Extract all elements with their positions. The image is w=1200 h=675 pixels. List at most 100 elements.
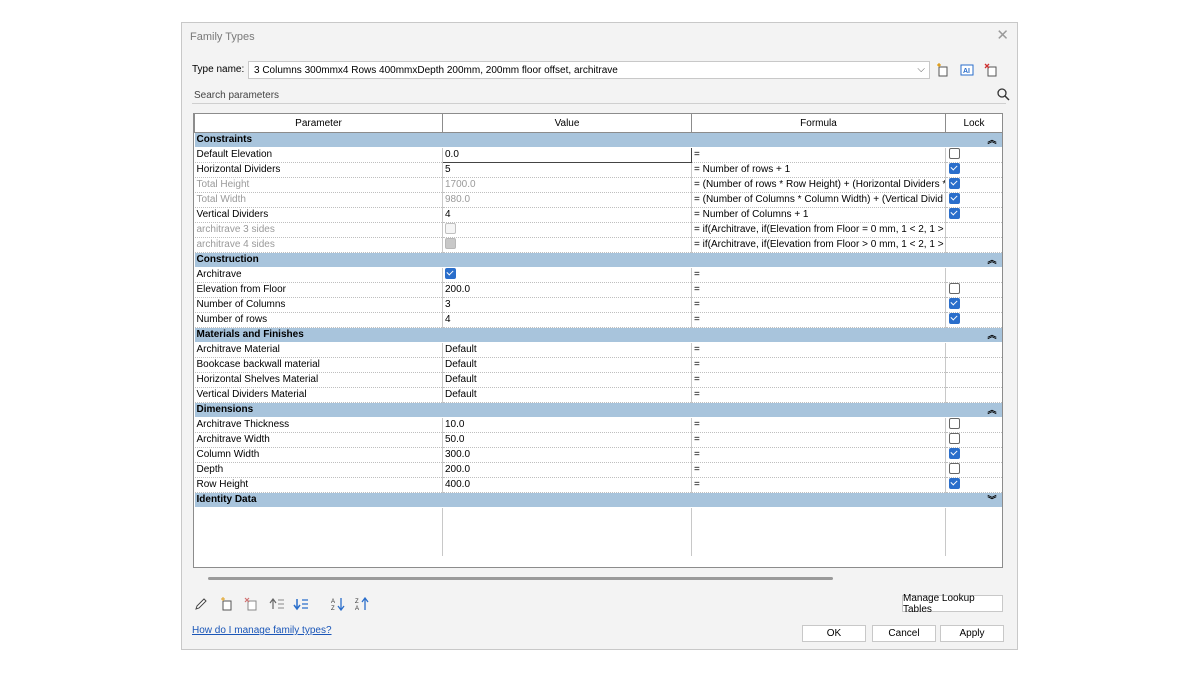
- parameter-row[interactable]: Elevation from Floor 200.0 =: [194, 282, 1002, 298]
- group-header-cell[interactable]: Dimensions ︽: [194, 402, 1002, 418]
- lock-checkbox[interactable]: [949, 177, 960, 189]
- parameter-formula[interactable]: = Number of Columns + 1: [691, 207, 946, 223]
- delete-type-button[interactable]: [982, 61, 1000, 79]
- group-header-materials-and-finishes[interactable]: Materials and Finishes ︽: [194, 327, 1002, 343]
- lock-checkbox[interactable]: [949, 282, 960, 294]
- column-header-formula[interactable]: Formula: [691, 114, 946, 133]
- parameter-lock[interactable]: [945, 477, 1002, 493]
- type-name-dropdown[interactable]: 3 Columns 300mmx4 Rows 400mmxDepth 200mm…: [248, 61, 930, 79]
- lock-checkbox[interactable]: [949, 162, 960, 174]
- lock-checkbox[interactable]: [949, 432, 960, 444]
- parameter-formula[interactable]: = (Number of rows * Row Height) + (Horiz…: [691, 177, 946, 193]
- lock-checkbox[interactable]: [949, 447, 960, 459]
- parameter-row[interactable]: Horizontal Shelves Material Default =: [194, 372, 1002, 388]
- lock-checkbox[interactable]: [949, 477, 960, 489]
- parameter-row[interactable]: architrave 3 sides = if(Architrave, if(El…: [194, 222, 1002, 238]
- ok-button[interactable]: OK: [802, 625, 866, 642]
- parameter-formula[interactable]: =: [691, 312, 946, 328]
- parameter-formula[interactable]: =: [691, 417, 946, 433]
- move-up-button[interactable]: [268, 596, 286, 612]
- rename-type-button[interactable]: AI: [958, 61, 976, 79]
- expand-chevron-icon[interactable]: ︾: [987, 493, 996, 507]
- parameter-value[interactable]: 50.0: [442, 432, 692, 448]
- lock-checkbox[interactable]: [949, 417, 960, 429]
- parameter-formula[interactable]: =: [691, 297, 946, 313]
- search-input[interactable]: Search parameters: [194, 90, 279, 101]
- parameter-formula[interactable]: =: [691, 477, 946, 493]
- parameter-row[interactable]: Bookcase backwall material Default =: [194, 357, 1002, 373]
- parameter-row[interactable]: Vertical Dividers Material Default =: [194, 387, 1002, 403]
- parameter-lock[interactable]: [945, 147, 1002, 163]
- parameter-value[interactable]: 400.0: [442, 477, 692, 493]
- move-down-button[interactable]: [292, 596, 310, 612]
- group-header-cell[interactable]: Identity Data ︾: [194, 492, 1002, 508]
- delete-parameter-button[interactable]: [242, 596, 260, 612]
- manage-lookup-tables-button[interactable]: Manage Lookup Tables: [902, 593, 1003, 615]
- parameter-row[interactable]: Depth 200.0 =: [194, 462, 1002, 478]
- lock-checkbox[interactable]: [949, 297, 960, 309]
- parameter-lock[interactable]: [945, 312, 1002, 328]
- parameter-value[interactable]: 3: [442, 297, 692, 313]
- search-icon[interactable]: [996, 87, 1010, 101]
- lock-checkbox[interactable]: [949, 462, 960, 474]
- parameter-row[interactable]: Number of Columns 3 =: [194, 297, 1002, 313]
- collapse-chevron-icon[interactable]: ︽: [987, 403, 996, 417]
- group-header-dimensions[interactable]: Dimensions ︽: [194, 402, 1002, 418]
- lock-checkbox[interactable]: [949, 147, 960, 159]
- parameter-row[interactable]: Number of rows 4 =: [194, 312, 1002, 328]
- cancel-button[interactable]: Cancel: [872, 625, 936, 642]
- parameter-formula[interactable]: =: [691, 282, 946, 298]
- parameter-formula[interactable]: =: [691, 447, 946, 463]
- group-header-cell[interactable]: Materials and Finishes ︽: [194, 327, 1002, 343]
- parameter-value[interactable]: Default: [442, 357, 692, 373]
- parameter-value[interactable]: 4: [442, 312, 692, 328]
- parameter-lock[interactable]: [945, 162, 1002, 178]
- parameter-lock[interactable]: [945, 432, 1002, 448]
- parameter-row[interactable]: Architrave Thickness 10.0 =: [194, 417, 1002, 433]
- parameter-value[interactable]: 10.0: [442, 417, 692, 433]
- parameter-value[interactable]: 5: [442, 162, 692, 178]
- help-link[interactable]: How do I manage family types?: [192, 625, 332, 636]
- sort-descending-button[interactable]: Z A: [353, 596, 371, 612]
- parameter-formula[interactable]: =: [691, 462, 946, 478]
- parameter-formula[interactable]: =: [691, 432, 946, 448]
- value-checkbox[interactable]: [445, 267, 456, 279]
- collapse-chevron-icon[interactable]: ︽: [987, 328, 996, 342]
- parameter-row[interactable]: Architrave =: [194, 267, 1002, 283]
- search-parameters-field[interactable]: Search parameters: [192, 88, 1010, 104]
- parameter-row[interactable]: Horizontal Dividers 5 = Number of rows + 1: [194, 162, 1002, 178]
- parameter-lock[interactable]: [945, 462, 1002, 478]
- group-header-cell[interactable]: Construction ︽: [194, 252, 1002, 268]
- parameter-value[interactable]: Default: [442, 342, 692, 358]
- sort-ascending-button[interactable]: A Z: [329, 596, 347, 612]
- parameter-value[interactable]: Default: [442, 387, 692, 403]
- parameter-lock[interactable]: [945, 447, 1002, 463]
- horizontal-scrollbar[interactable]: [208, 577, 833, 580]
- parameter-formula[interactable]: =: [691, 372, 946, 388]
- column-header-lock[interactable]: Lock: [945, 114, 1002, 133]
- parameter-row[interactable]: Default Elevation 0.0 =: [194, 147, 1002, 163]
- group-header-cell[interactable]: Constraints ︽: [194, 132, 1002, 148]
- group-header-constraints[interactable]: Constraints ︽: [194, 132, 1002, 148]
- parameter-formula[interactable]: = if(Architrave, if(Elevation from Floor…: [691, 222, 946, 238]
- collapse-chevron-icon[interactable]: ︽: [987, 253, 996, 267]
- column-header-value[interactable]: Value: [442, 114, 692, 133]
- close-icon[interactable]: ✕: [996, 26, 1009, 44]
- parameter-row[interactable]: Row Height 400.0 =: [194, 477, 1002, 493]
- parameter-row[interactable]: Total Width 980.0 = (Number of Columns * C…: [194, 192, 1002, 208]
- parameter-value[interactable]: Default: [442, 372, 692, 388]
- parameter-row[interactable]: architrave 4 sides = if(Architrave, if(El…: [194, 237, 1002, 253]
- parameter-formula[interactable]: =: [691, 267, 946, 283]
- parameter-lock[interactable]: [945, 282, 1002, 298]
- parameter-lock[interactable]: [945, 297, 1002, 313]
- parameter-lock[interactable]: [945, 417, 1002, 433]
- parameter-formula[interactable]: = Number of rows + 1: [691, 162, 946, 178]
- parameter-lock[interactable]: [945, 177, 1002, 193]
- parameter-value[interactable]: 200.0: [442, 282, 692, 298]
- parameter-row[interactable]: Total Height 1700.0 = (Number of rows * Ro…: [194, 177, 1002, 193]
- lock-checkbox[interactable]: [949, 312, 960, 324]
- parameter-lock[interactable]: [945, 207, 1002, 223]
- lock-checkbox[interactable]: [949, 207, 960, 219]
- new-type-button[interactable]: [934, 61, 952, 79]
- parameter-formula[interactable]: =: [691, 357, 946, 373]
